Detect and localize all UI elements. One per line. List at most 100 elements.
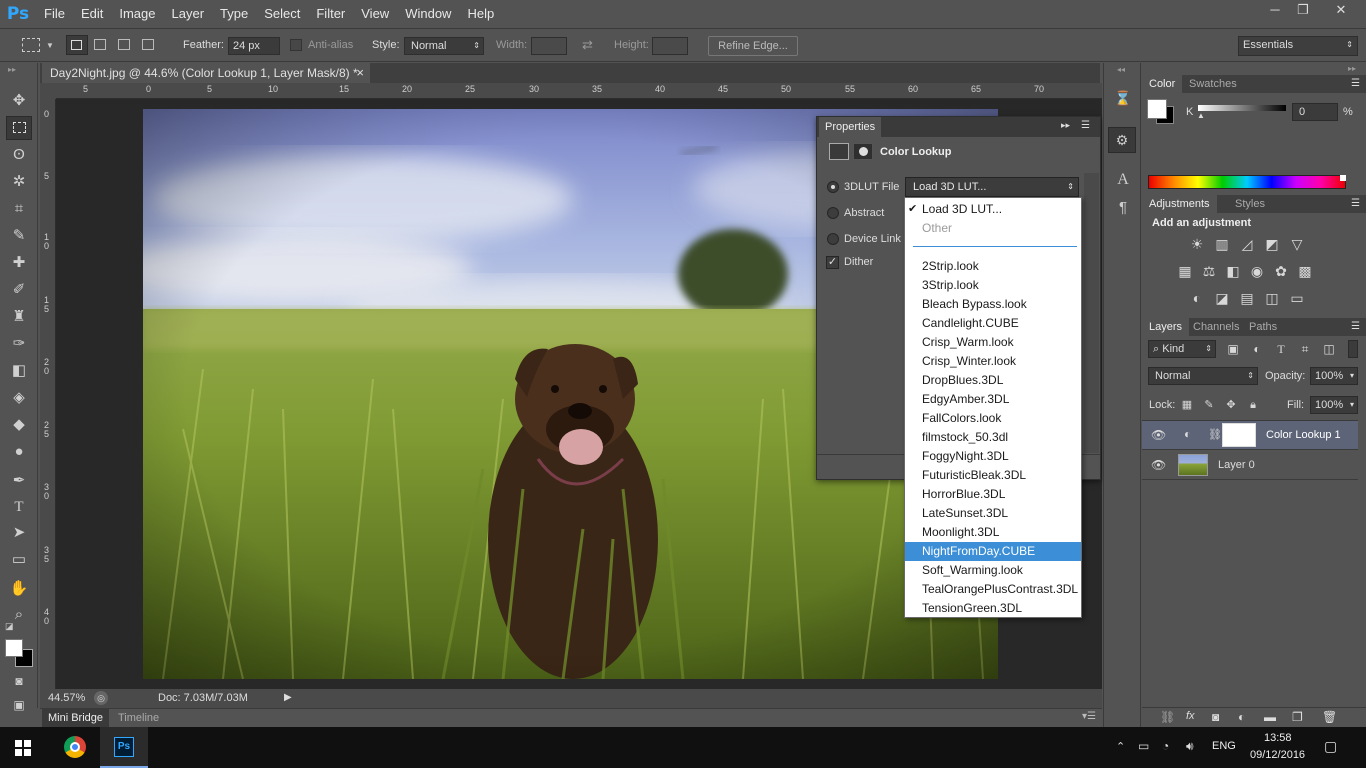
- lut-item[interactable]: Crisp_Winter.look: [905, 352, 1081, 371]
- menu-window[interactable]: Window: [397, 0, 459, 28]
- chevron-up-icon[interactable]: ⌃: [1116, 740, 1125, 753]
- white-swatch[interactable]: [1340, 175, 1346, 181]
- eyedropper-tool-icon[interactable]: ✎: [6, 224, 32, 248]
- curves-icon[interactable]: ◿: [1238, 235, 1256, 253]
- clock-date[interactable]: 09/12/2016: [1250, 749, 1305, 761]
- selective-color-icon[interactable]: ◫: [1263, 289, 1281, 307]
- radio-abstract[interactable]: [827, 207, 839, 219]
- new-adjustment-icon[interactable]: ◐: [1238, 710, 1245, 724]
- lut-item[interactable]: DropBlues.3DL: [905, 371, 1081, 390]
- k-slider-track[interactable]: [1198, 105, 1286, 111]
- levels-icon[interactable]: ▥: [1213, 235, 1231, 253]
- lut-item[interactable]: FuturisticBleak.3DL: [905, 466, 1081, 485]
- rectangle-tool-icon[interactable]: ▭: [6, 548, 32, 572]
- swap-icon[interactable]: ⇄: [582, 37, 593, 53]
- lock-pixels-icon[interactable]: ✎: [1200, 396, 1218, 414]
- close-window-button[interactable]: ✕: [1326, 0, 1356, 20]
- photoshop-taskbar-button[interactable]: Ps: [100, 727, 148, 768]
- trash-icon[interactable]: 🗑︎: [1322, 710, 1337, 724]
- tab-timeline[interactable]: Timeline: [112, 709, 165, 727]
- horizontal-ruler[interactable]: 5 0 5 10 15 20 25 30 35 40 45 50 55 60 6…: [56, 83, 1102, 99]
- lut-item[interactable]: FallColors.look: [905, 409, 1081, 428]
- blend-mode-select[interactable]: Normal ⇕: [1148, 367, 1258, 385]
- document-tab[interactable]: Day2Night.jpg @ 44.6% (Color Lookup 1, L…: [42, 63, 370, 83]
- path-selection-tool-icon[interactable]: ➤: [6, 521, 32, 545]
- hue-saturation-icon[interactable]: ▦: [1176, 262, 1194, 280]
- menu-item-load-3d-lut[interactable]: ✔ Load 3D LUT...: [905, 200, 1081, 219]
- menu-help[interactable]: Help: [459, 0, 502, 28]
- filter-smart-object-icon[interactable]: ◫: [1320, 340, 1338, 358]
- marquee-tool-icon[interactable]: [6, 116, 32, 140]
- history-brush-tool-icon[interactable]: ✑: [6, 332, 32, 356]
- collapse-icon[interactable]: ▸▸: [1348, 64, 1356, 73]
- lut-item[interactable]: Bleach Bypass.look: [905, 295, 1081, 314]
- vertical-ruler[interactable]: 0 5 1 0 1 5 2 0 2 5 3 0 3 5 4 0: [40, 99, 56, 689]
- radio-3dlut-file[interactable]: [827, 181, 839, 193]
- subtract-selection-icon[interactable]: [118, 39, 130, 50]
- lut-item[interactable]: EdgyAmber.3DL: [905, 390, 1081, 409]
- menu-image[interactable]: Image: [111, 0, 163, 28]
- layer-filter-select[interactable]: ⌕ Kind ⇕: [1148, 340, 1216, 358]
- lut-item[interactable]: TealOrangePlusContrast.3DL: [905, 580, 1081, 599]
- height-input[interactable]: [652, 37, 688, 55]
- lut-item[interactable]: 3Strip.look: [905, 276, 1081, 295]
- intersect-selection-icon[interactable]: [142, 39, 154, 50]
- lock-all-icon[interactable]: 🔒︎: [1244, 396, 1262, 414]
- character-panel-icon[interactable]: A: [1112, 169, 1134, 191]
- eraser-tool-icon[interactable]: ◧: [6, 359, 32, 383]
- new-group-icon[interactable]: ▬: [1264, 710, 1276, 724]
- dither-checkbox[interactable]: ✓: [826, 256, 839, 269]
- blur-tool-icon[interactable]: ◆: [6, 413, 32, 437]
- crop-tool-icon[interactable]: ⌗: [6, 197, 32, 221]
- tab-swatches[interactable]: Swatches: [1182, 75, 1244, 93]
- brightness-contrast-icon[interactable]: ☀: [1188, 235, 1206, 253]
- ruler-corner[interactable]: [40, 83, 56, 99]
- black-white-icon[interactable]: ◧: [1224, 262, 1242, 280]
- status-arrow-icon[interactable]: ▶: [284, 692, 292, 703]
- menu-file[interactable]: File: [36, 0, 73, 28]
- brush-tool-icon[interactable]: ✐: [6, 278, 32, 302]
- paint-bucket-tool-icon[interactable]: ◈: [6, 386, 32, 410]
- filter-adjustment-icon[interactable]: ◐: [1248, 340, 1266, 358]
- chain-link-icon[interactable]: ⛓︎: [1208, 428, 1222, 441]
- notifications-icon[interactable]: ▢: [1324, 738, 1337, 755]
- marquee-preset-icon[interactable]: [22, 38, 40, 52]
- lut-item[interactable]: TensionGreen.3DL: [905, 599, 1081, 618]
- default-colors-icon[interactable]: ◪: [5, 621, 14, 632]
- width-input[interactable]: [531, 37, 567, 55]
- tab-layers[interactable]: Layers: [1142, 318, 1190, 336]
- gradient-map-icon[interactable]: ▭: [1288, 289, 1306, 307]
- slider-handle-icon[interactable]: ▲: [1197, 111, 1205, 120]
- lut-item-highlighted[interactable]: NightFromDay.CUBE: [905, 542, 1081, 561]
- lut-item[interactable]: Soft_Warming.look: [905, 561, 1081, 580]
- new-layer-icon[interactable]: ❐: [1292, 710, 1303, 724]
- lasso-tool-icon[interactable]: ʘ: [6, 143, 32, 167]
- network-icon[interactable]: ◔: [1162, 739, 1169, 753]
- color-foreground-swatch[interactable]: [1147, 99, 1167, 119]
- lut-item[interactable]: Crisp_Warm.look: [905, 333, 1081, 352]
- clone-stamp-tool-icon[interactable]: ♜: [6, 305, 32, 329]
- volume-icon[interactable]: 🔊︎: [1186, 739, 1194, 754]
- posterize-icon[interactable]: ◪: [1213, 289, 1231, 307]
- hand-tool-icon[interactable]: ✋: [6, 577, 32, 601]
- tab-adjustments[interactable]: Adjustments: [1142, 195, 1217, 213]
- paragraph-panel-icon[interactable]: ¶: [1112, 197, 1134, 219]
- lock-transparent-icon[interactable]: ▦: [1178, 396, 1196, 414]
- battery-icon[interactable]: ▭: [1138, 739, 1149, 753]
- color-balance-icon[interactable]: ⚖: [1200, 262, 1218, 280]
- link-layers-icon[interactable]: ⛓︎: [1160, 710, 1175, 724]
- new-selection-icon[interactable]: [66, 35, 88, 55]
- feather-input[interactable]: 24 px: [228, 37, 280, 55]
- panel-menu-icon[interactable]: ☰: [1351, 78, 1360, 89]
- layer-thumbnail[interactable]: [1178, 454, 1208, 476]
- color-lookup-icon[interactable]: ▩: [1296, 262, 1314, 280]
- clock-time[interactable]: 13:58: [1264, 732, 1292, 744]
- filter-toggle[interactable]: [1348, 340, 1358, 358]
- color-spectrum-ramp[interactable]: [1148, 175, 1346, 189]
- history-panel-icon[interactable]: ⌛: [1112, 87, 1134, 109]
- filter-pixel-icon[interactable]: ▣: [1224, 340, 1242, 358]
- chrome-icon[interactable]: [64, 736, 86, 758]
- move-tool-icon[interactable]: ✥: [6, 89, 32, 113]
- foreground-color-swatch[interactable]: [5, 639, 23, 657]
- collapse-icon[interactable]: ▸▸: [8, 65, 16, 74]
